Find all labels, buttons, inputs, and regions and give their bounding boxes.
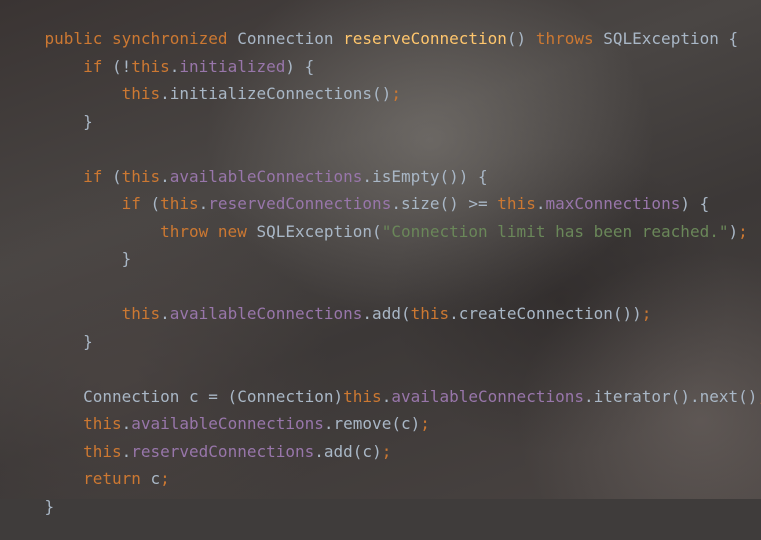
method-call-token: .initializeConnections() [160,84,392,103]
punctuation-token: () [506,29,536,48]
brace-token: } [83,112,93,131]
semicolon-token: ; [381,442,392,461]
code-line: this.reservedConnections.add(c); [6,419,391,461]
field-token: availableConnections [169,304,363,323]
string-literal-token: "Connection limit has been reached." [381,222,729,241]
method-name-token: reserveConnection [343,29,507,48]
code-line: } [6,309,93,351]
type-token: SQLException( [246,222,382,241]
code-line: this.availableConnections.remove(c); [6,391,430,433]
semicolon-token: ; [420,414,430,433]
semicolon-token: ; [391,84,401,103]
keyword-token: this [121,304,161,323]
semicolon-token: ; [738,222,748,241]
method-call-token: .iterator().next() [583,387,758,406]
keyword-token: return [83,469,141,488]
code-line: } [6,474,55,516]
punctuation-token: . [160,304,170,323]
code-line: } [6,89,93,131]
code-line: if (this.reservedConnections.size() >= t… [6,171,710,213]
code-line: throw new SQLException("Connection limit… [6,199,748,241]
method-call-token: .add(c) [314,442,382,461]
code-line: Connection c = (Connection)this.availabl… [6,364,761,406]
keyword-token: throw new [160,222,247,241]
code-line: if (!this.initialized) { [6,34,314,76]
keyword-token: this [410,304,450,323]
code-line: this.initializeConnections(); [6,61,401,103]
method-call-token: .createConnection()) [449,304,642,323]
keyword-token: throws [535,29,594,48]
code-line: } [6,226,132,268]
code-line: this.availableConnections.add(this.creat… [6,281,652,323]
code-line: public synchronized Connection reserveCo… [6,6,739,48]
semicolon-token: ; [641,304,652,323]
semicolon-token: ; [160,469,170,488]
code-line: return c; [6,446,170,488]
brace-token: } [121,249,132,268]
brace-token: } [83,332,93,351]
semicolon-token: ; [757,387,761,406]
brace-token: } [44,497,55,516]
identifier-token: c [140,469,161,488]
method-call-token: .add( [362,304,411,323]
keyword-token: this [121,84,161,103]
type-token: SQLException { [593,29,739,48]
code-editor[interactable]: public synchronized Connection reserveCo… [0,0,761,516]
code-line: if (this.availableConnections.isEmpty())… [6,144,488,186]
punctuation-token: ) [728,222,739,241]
